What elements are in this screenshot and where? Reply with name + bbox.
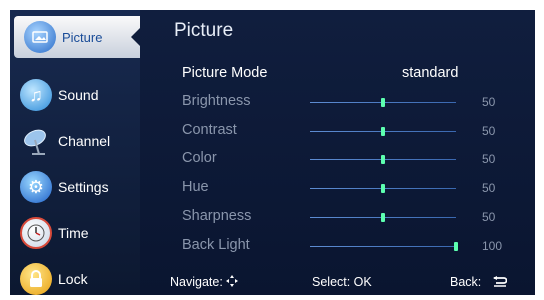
- slider-thumb[interactable]: [454, 242, 458, 251]
- page-title: Picture: [174, 20, 234, 41]
- setting-value: 50: [482, 152, 496, 166]
- tv-menu: Picture ♫ Sound Channel ⚙ Settings Time: [10, 10, 535, 295]
- setting-row-contrast[interactable]: Contrast 50: [182, 120, 522, 144]
- padlock-icon: [20, 263, 52, 295]
- slider-track[interactable]: [310, 155, 456, 164]
- music-note-icon: ♫: [20, 79, 52, 111]
- setting-row-back-light[interactable]: Back Light 100: [182, 235, 522, 259]
- sidebar-item-label: Lock: [58, 271, 88, 287]
- setting-label: Contrast: [182, 122, 237, 138]
- sidebar-item-settings[interactable]: ⚙ Settings: [10, 164, 140, 210]
- setting-label: Brightness: [182, 93, 251, 109]
- sidebar-item-label: Picture: [62, 29, 103, 45]
- setting-row-hue[interactable]: Hue 50: [182, 177, 522, 201]
- picture-mode-label: Picture Mode: [182, 65, 268, 81]
- sidebar-item-label: Time: [58, 225, 89, 241]
- setting-row-brightness[interactable]: Brightness 50: [182, 91, 522, 115]
- sidebar-item-label: Settings: [58, 179, 109, 195]
- setting-label: Back Light: [182, 237, 250, 253]
- setting-value: 100: [482, 239, 503, 253]
- select-hint: Select: OK: [312, 275, 372, 289]
- sidebar-item-label: Channel: [58, 133, 111, 149]
- sidebar-item-sound[interactable]: ♫ Sound: [10, 72, 140, 118]
- back-hint: Back:: [450, 275, 508, 289]
- slider-thumb[interactable]: [381, 184, 385, 193]
- sidebar-item-picture[interactable]: Picture: [14, 16, 140, 58]
- sidebar-item-label: Sound: [58, 87, 99, 103]
- navigate-hint: Navigate:: [170, 275, 239, 289]
- setting-row-sharpness[interactable]: Sharpness 50: [182, 206, 522, 230]
- picture-mode-row[interactable]: Picture Mode standard: [182, 63, 522, 87]
- slider-thumb[interactable]: [381, 213, 385, 222]
- active-pointer: [131, 28, 140, 46]
- slider-track[interactable]: [310, 127, 456, 136]
- slider-track[interactable]: [310, 184, 456, 193]
- slider-track[interactable]: [310, 213, 456, 222]
- setting-value: 50: [482, 181, 496, 195]
- slider-thumb[interactable]: [381, 127, 385, 136]
- picture-mode-value: standard: [402, 65, 459, 81]
- setting-row-color[interactable]: Color 50: [182, 148, 522, 172]
- sidebar-item-channel[interactable]: Channel: [10, 118, 140, 164]
- picture-icon: [24, 21, 56, 53]
- setting-label: Hue: [182, 179, 209, 195]
- setting-value: 50: [482, 210, 496, 224]
- clock-icon: [20, 217, 52, 249]
- slider-thumb[interactable]: [381, 155, 385, 164]
- slider-track[interactable]: [310, 98, 456, 107]
- back-label: Back:: [450, 275, 482, 289]
- four-way-arrow-icon: [226, 275, 239, 289]
- main-panel: Picture Picture Mode standard Brightness…: [140, 10, 535, 295]
- slider-track[interactable]: [310, 242, 458, 251]
- sidebar: Picture ♫ Sound Channel ⚙ Settings Time: [10, 10, 140, 295]
- return-arrow-icon: [492, 275, 508, 289]
- satellite-dish-icon: [20, 125, 52, 157]
- navigate-label: Navigate:: [170, 275, 223, 289]
- slider-thumb[interactable]: [381, 98, 385, 107]
- gear-icon: ⚙: [20, 171, 52, 203]
- sidebar-item-time[interactable]: Time: [10, 210, 140, 256]
- setting-label: Color: [182, 150, 217, 166]
- sidebar-item-lock[interactable]: Lock: [10, 256, 140, 295]
- setting-value: 50: [482, 124, 496, 138]
- setting-label: Sharpness: [182, 208, 252, 224]
- setting-value: 50: [482, 95, 496, 109]
